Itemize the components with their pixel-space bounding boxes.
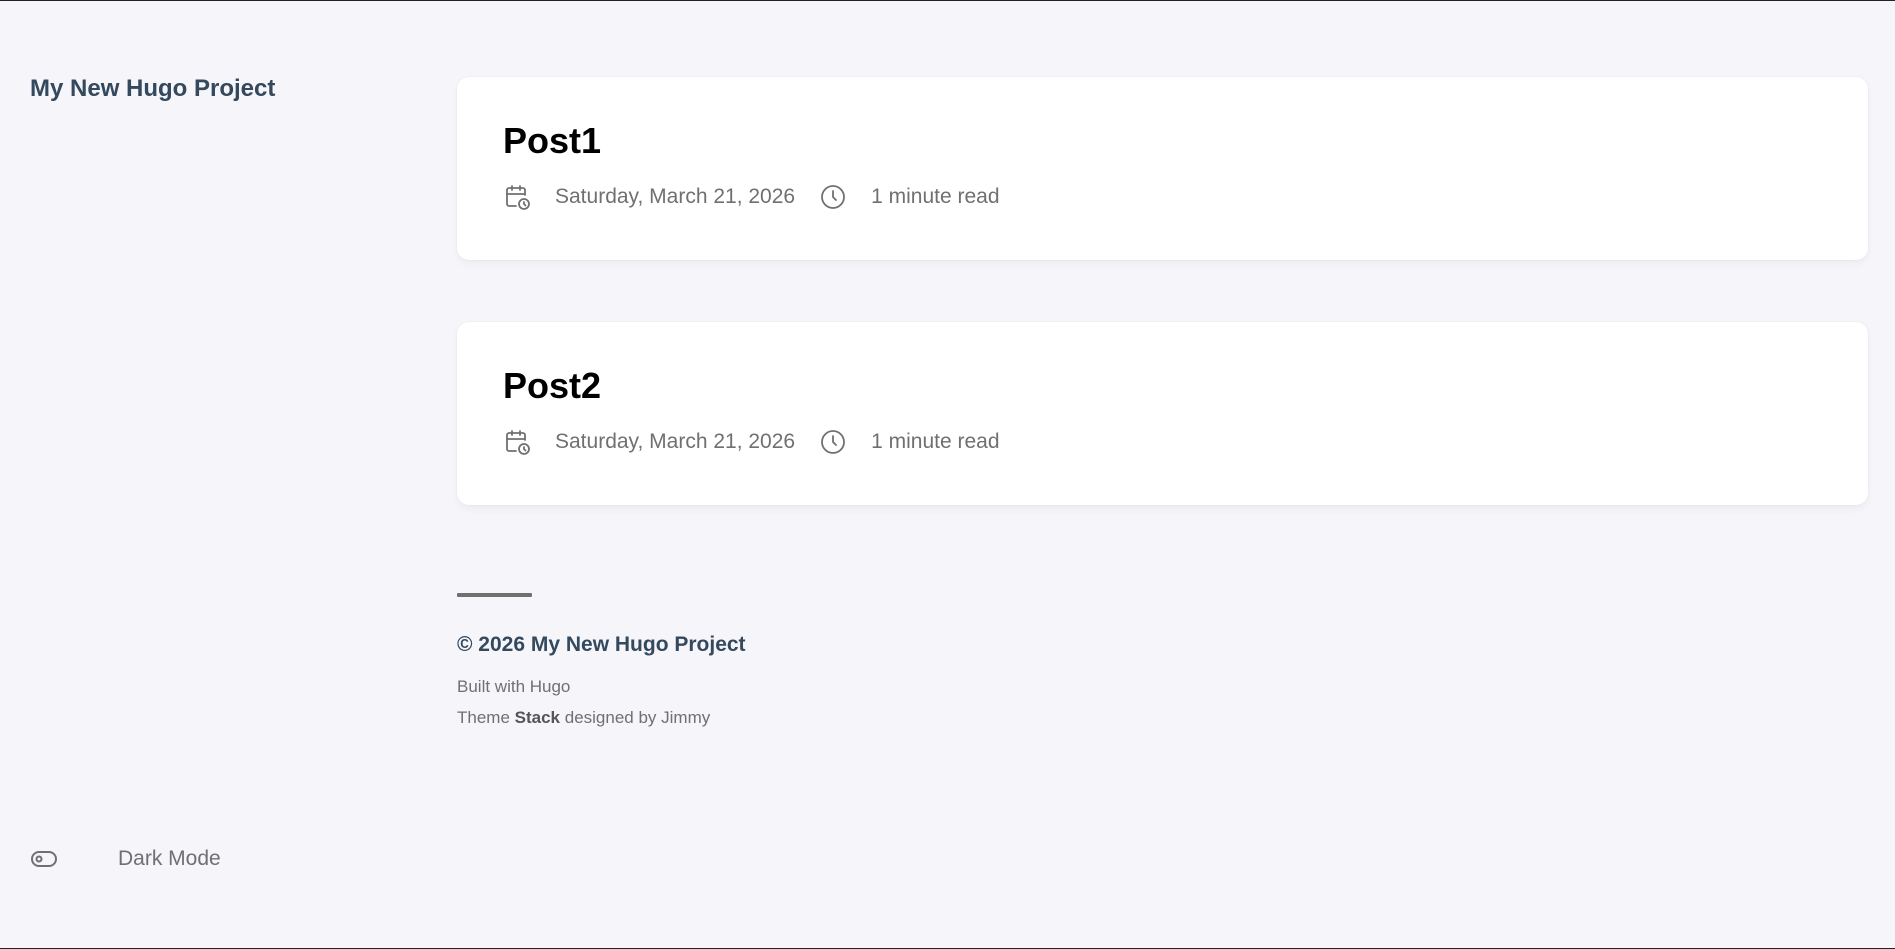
post-date: Saturday, March 21, 2026: [555, 184, 796, 208]
footer-copyright: © 2026 My New Hugo Project: [457, 633, 746, 656]
post-card[interactable]: Post1 Saturday, March 21, 2026 1 minute …: [457, 77, 1868, 260]
site-name-link[interactable]: My New Hugo Project: [30, 75, 275, 103]
theme-prefix: Theme: [457, 708, 515, 727]
hugo-link[interactable]: Hugo: [530, 677, 571, 696]
footer-powered-by: Built with Hugo Theme Stack designed by …: [457, 671, 746, 733]
built-with-prefix: Built with: [457, 677, 530, 696]
post-card[interactable]: Post2 Saturday, March 21, 2026 1 minute …: [457, 322, 1868, 505]
post-title-link[interactable]: Post1: [503, 121, 1822, 161]
post-meta: Saturday, March 21, 2026 1 minute read: [503, 183, 1822, 211]
clock-icon: [819, 428, 847, 456]
site-footer: © 2026 My New Hugo Project Built with Hu…: [457, 593, 746, 733]
article-list: Post1 Saturday, March 21, 2026 1 minute …: [457, 77, 1868, 567]
post-date: Saturday, March 21, 2026: [555, 429, 796, 453]
calendar-clock-icon: [503, 183, 531, 211]
footer-divider: [457, 593, 532, 597]
post-meta: Saturday, March 21, 2026 1 minute read: [503, 428, 1822, 456]
clock-icon: [819, 183, 847, 211]
built-with-line: Built with Hugo: [457, 671, 746, 702]
calendar-clock-icon: [503, 428, 531, 456]
theme-line: Theme Stack designed by Jimmy: [457, 702, 746, 733]
dark-mode-label: Dark Mode: [118, 847, 221, 870]
post-read-time: 1 minute read: [871, 429, 1000, 453]
theme-middle: designed by: [560, 708, 662, 727]
toggle-icon: [30, 849, 58, 869]
theme-stack-link[interactable]: Stack: [515, 708, 560, 727]
post-read-time: 1 minute read: [871, 184, 1000, 208]
post-title-link[interactable]: Post2: [503, 366, 1822, 406]
theme-author-link[interactable]: Jimmy: [661, 708, 710, 727]
sidebar: My New Hugo Project Dark Mode: [0, 1, 440, 948]
dark-mode-toggle[interactable]: Dark Mode: [30, 847, 221, 871]
